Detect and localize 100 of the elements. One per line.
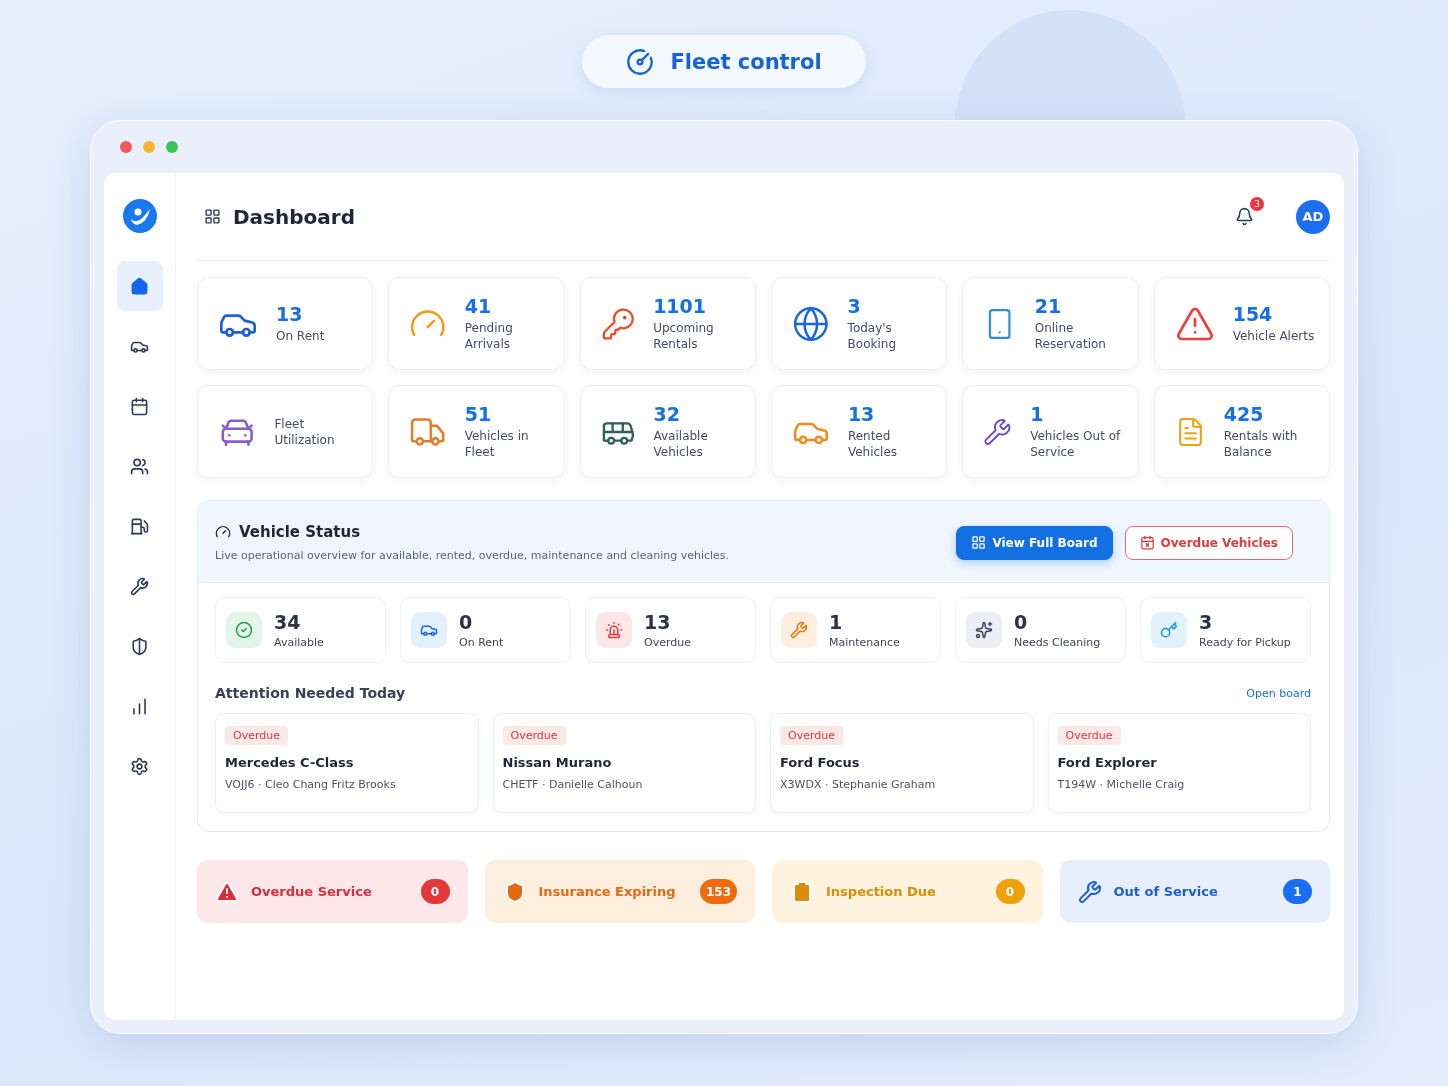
stat-value: 3	[847, 295, 862, 317]
vehicle-detail: X3WDX · Stephanie Graham	[780, 778, 936, 791]
status-card[interactable]: 13 Overdue	[585, 597, 756, 663]
users-icon	[130, 456, 149, 476]
notification-button[interactable]: 3	[1225, 197, 1264, 236]
wrench-icon	[790, 621, 808, 639]
alert-card[interactable]: Overdue Service 0	[197, 860, 468, 923]
check-icon	[235, 621, 253, 639]
attention-title: Attention Needed Today	[215, 685, 406, 701]
alert-card[interactable]: Out of Service 1	[1059, 860, 1330, 923]
grid-icon	[971, 535, 987, 550]
attention-card[interactable]: Overdue Nissan Murano CHETF · Danielle Calhoun	[492, 713, 756, 813]
status-card[interactable]: 1 Maintenance	[770, 597, 941, 663]
attention-card[interactable]: Overdue Ford Explorer T194W · Michelle Craig	[1047, 713, 1311, 813]
alert-count: 153	[699, 879, 737, 904]
status-label: Maintenance	[829, 636, 900, 649]
vehicle-detail: CHETF · Danielle Calhoun	[502, 778, 643, 791]
status-count: 3	[1199, 611, 1214, 633]
stat-label: Today's Booking	[847, 320, 897, 352]
gauge-icon	[215, 524, 231, 540]
alert-label: Out of Service	[1113, 884, 1219, 899]
stat-value: 32	[653, 403, 681, 425]
close-dot[interactable]	[120, 141, 132, 153]
stat-value: 41	[464, 295, 493, 317]
warning-icon	[215, 879, 239, 904]
alert-count: 0	[420, 879, 450, 904]
stat-card[interactable]: 425 Rentals with Balance	[1153, 385, 1330, 478]
overdue-tag: Overdue	[780, 726, 843, 745]
stat-card[interactable]: 1 Vehicles Out of Service	[962, 385, 1139, 478]
clipboard-icon	[790, 879, 814, 904]
app-title: Fleet control	[670, 49, 822, 74]
stat-card[interactable]: 154 Vehicle Alerts	[1153, 277, 1330, 370]
stat-value: 1	[1030, 403, 1045, 425]
minimize-dot[interactable]	[143, 141, 155, 153]
open-board-link[interactable]: Open board	[1246, 686, 1311, 700]
stat-value: 51	[464, 403, 493, 425]
siren-icon	[605, 621, 623, 639]
status-count: 34	[274, 611, 302, 633]
sparkles-icon	[975, 621, 993, 639]
overdue-tag: Overdue	[502, 726, 566, 745]
stat-label: Vehicles Out of Service	[1030, 428, 1122, 460]
calendar-icon	[1139, 535, 1155, 550]
section-description: Live operational overview for available, rented, overdue, maintenance and cleaning vehicles.	[215, 549, 731, 562]
calendar-icon	[130, 396, 149, 416]
sidebar-item[interactable]	[116, 261, 163, 311]
stat-card[interactable]: 41 Pending Arrivals	[388, 277, 565, 370]
vehicle-name: Ford Explorer	[1057, 755, 1157, 770]
stat-value: 425	[1223, 403, 1265, 425]
stat-card[interactable]: Fleet Utilization	[197, 385, 374, 478]
overdue-tag: Overdue	[225, 726, 288, 745]
maximize-dot[interactable]	[166, 141, 178, 153]
stat-card[interactable]: 13 Rented Vehicles	[771, 385, 948, 478]
status-label: Needs Cleaning	[1014, 636, 1101, 649]
stat-card[interactable]: 13 On Rent	[197, 277, 374, 370]
grid-icon	[204, 208, 221, 225]
page-title: Dashboard	[233, 204, 356, 229]
status-label: Ready for Pickup	[1199, 636, 1291, 649]
attention-card[interactable]: Overdue Ford Focus X3WDX · Stephanie Graham	[770, 713, 1034, 813]
status-count: 0	[1014, 611, 1029, 633]
status-count: 13	[644, 611, 672, 633]
stat-label: Upcoming Rentals	[653, 320, 715, 352]
home-icon	[130, 276, 149, 296]
view-board-button[interactable]: View Full Board	[956, 525, 1113, 560]
settings-icon	[130, 756, 149, 776]
bell-icon	[1235, 207, 1254, 226]
overdue-tag: Overdue	[1057, 726, 1121, 745]
stat-card[interactable]: 3 Today's Booking	[771, 277, 948, 370]
stat-label: Rentals with Balance	[1223, 428, 1299, 460]
vehicle-name: Mercedes C-Class	[225, 755, 354, 770]
stat-label: Available Vehicles	[653, 428, 709, 460]
stat-label: Vehicle Alerts	[1232, 328, 1315, 344]
stat-card[interactable]: 21 Online Reservation	[962, 277, 1139, 370]
stat-card[interactable]: 32 Available Vehicles	[579, 385, 756, 478]
stat-label: Fleet Utilization	[274, 415, 336, 448]
status-card[interactable]: 0 Needs Cleaning	[955, 597, 1126, 663]
key-icon	[1160, 621, 1178, 639]
notification-count: 3	[1250, 197, 1264, 211]
status-count: 1	[829, 611, 844, 633]
alert-label: Overdue Service	[251, 884, 373, 899]
attention-card[interactable]: Overdue Mercedes C-Class VOJJ6 · Cleo Chang Fritz Brooks	[215, 713, 479, 813]
stat-label: On Rent	[276, 328, 325, 344]
vehicle-name: Nissan Murano	[502, 755, 612, 770]
shield-icon	[130, 636, 149, 656]
bar-chart-icon	[130, 696, 149, 716]
stat-card[interactable]: 51 Vehicles in Fleet	[388, 385, 565, 478]
stat-label: Online Reservation	[1034, 320, 1107, 352]
fuel-pump-icon	[130, 516, 149, 536]
status-label: On Rent	[459, 636, 504, 649]
stat-value: 13	[847, 403, 876, 425]
stat-card[interactable]: 1101 Upcoming Rentals	[579, 277, 756, 370]
overdue-button[interactable]: Overdue Vehicles	[1124, 525, 1293, 560]
stat-value: 21	[1034, 295, 1063, 317]
status-card[interactable]: 3 Ready for Pickup	[1140, 597, 1311, 663]
stat-value: 13	[276, 303, 304, 325]
status-label: Overdue	[644, 636, 691, 649]
section-title: Vehicle Status	[239, 523, 361, 541]
user-avatar[interactable]: AD	[1296, 199, 1330, 234]
vehicle-detail: T194W · Michelle Craig	[1057, 778, 1185, 791]
status-card[interactable]: 34 Available	[215, 597, 386, 663]
status-card[interactable]: 0 On Rent	[400, 597, 571, 663]
